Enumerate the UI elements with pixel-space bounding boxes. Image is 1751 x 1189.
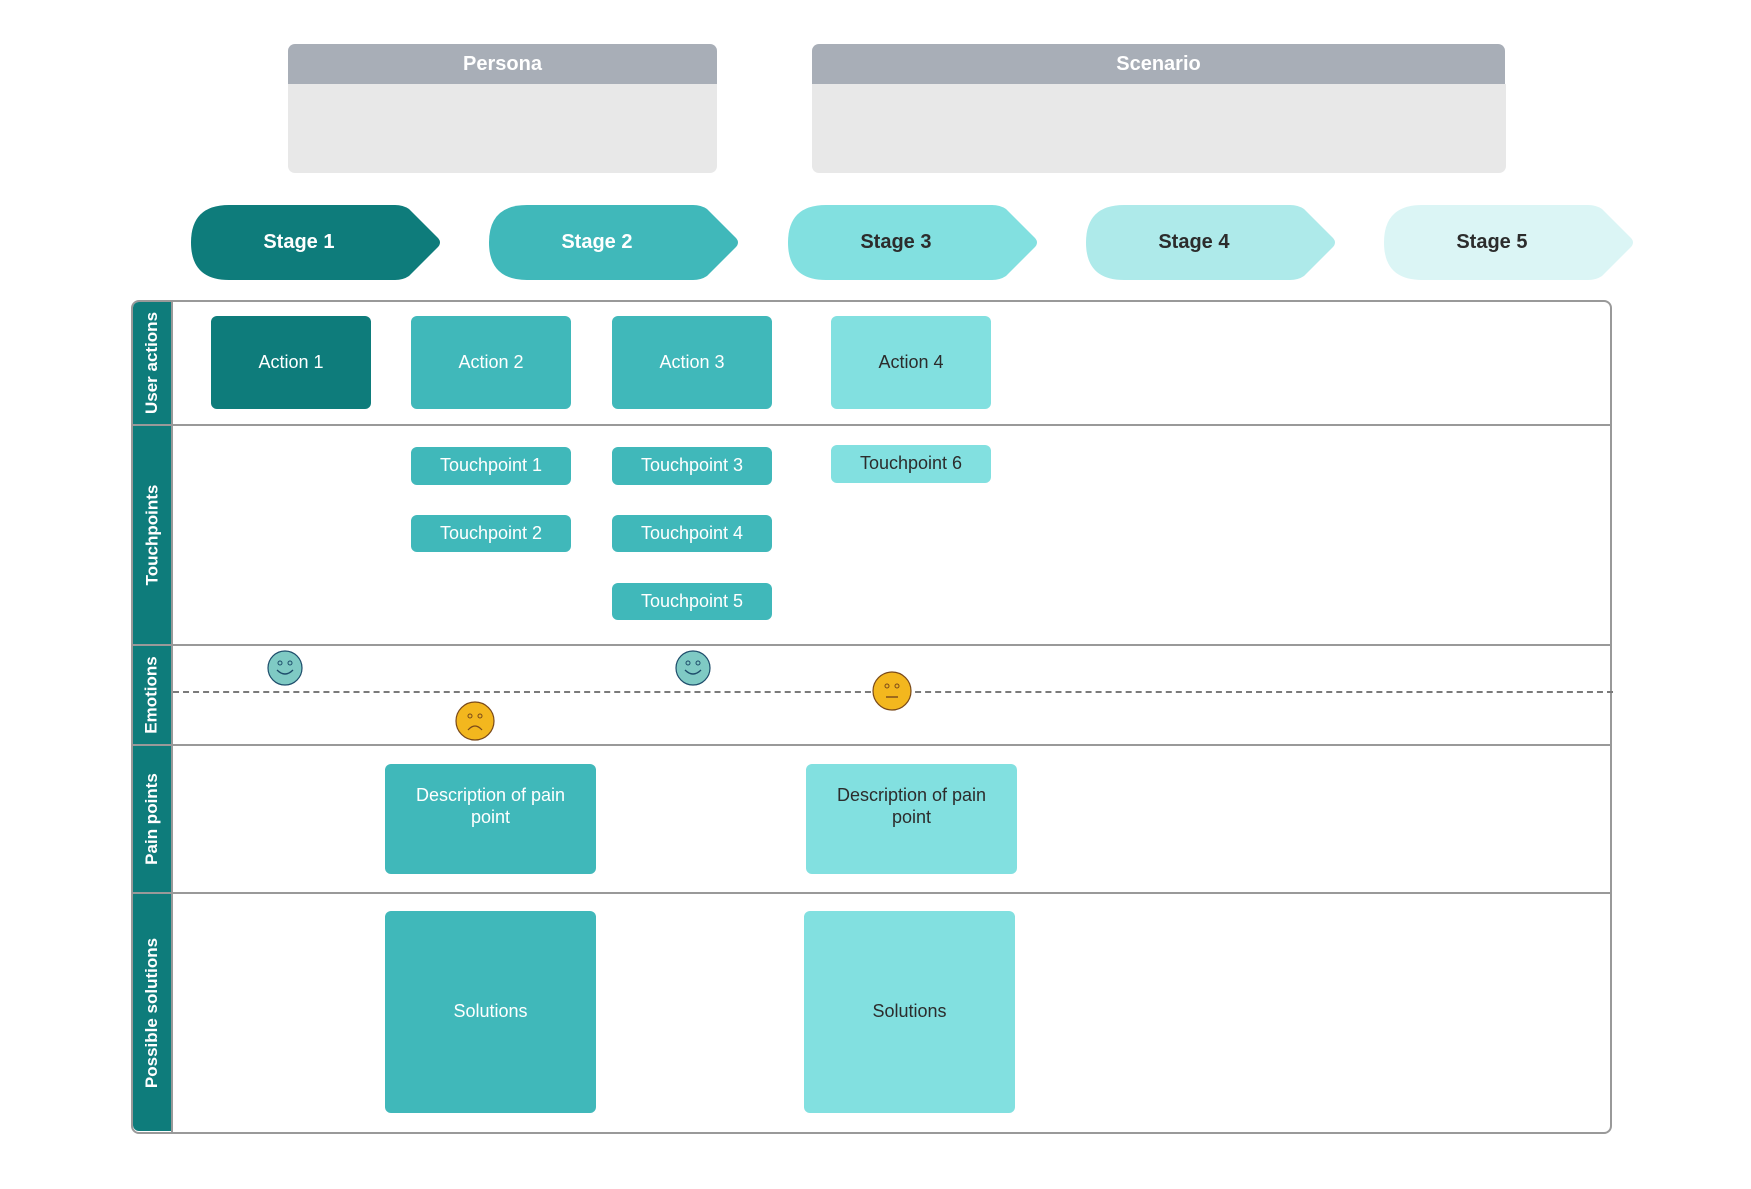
row-label-pain-points: Pain points xyxy=(133,746,171,892)
happy-face-icon[interactable] xyxy=(675,650,711,686)
row-label-possible-solutions: Possible solutions xyxy=(133,894,171,1131)
row-divider xyxy=(133,744,1610,746)
label-column-divider xyxy=(171,302,173,1132)
happy-face-icon[interactable] xyxy=(267,650,303,686)
stage-3[interactable]: Stage 3 xyxy=(788,205,1039,280)
row-label-touchpoints: Touchpoints xyxy=(133,426,171,644)
row-label-user-actions: User actions xyxy=(133,302,171,424)
stage-4[interactable]: Stage 4 xyxy=(1086,205,1337,280)
action-card[interactable]: Action 1 xyxy=(211,316,371,409)
persona-title: Persona xyxy=(463,52,542,75)
stage-3-label: Stage 3 xyxy=(860,231,932,253)
scenario-title: Scenario xyxy=(1116,52,1201,75)
action-card[interactable]: Action 4 xyxy=(831,316,991,409)
stage-5[interactable]: Stage 5 xyxy=(1384,205,1635,280)
pain-point-card[interactable]: Description of pain point xyxy=(806,764,1017,874)
persona-header: Persona xyxy=(288,44,717,84)
neutral-face-icon[interactable] xyxy=(872,671,912,711)
touchpoint-card[interactable]: Touchpoint 1 xyxy=(411,447,571,485)
touchpoint-card[interactable]: Touchpoint 3 xyxy=(612,447,772,485)
row-divider xyxy=(133,424,1610,426)
action-card[interactable]: Action 2 xyxy=(411,316,571,409)
action-card[interactable]: Action 3 xyxy=(612,316,772,409)
stage-5-label: Stage 5 xyxy=(1456,231,1528,253)
solution-card[interactable]: Solutions xyxy=(804,911,1015,1113)
touchpoint-card[interactable]: Touchpoint 5 xyxy=(612,583,772,620)
touchpoint-card[interactable]: Touchpoint 6 xyxy=(831,445,991,483)
scenario-body[interactable] xyxy=(812,84,1506,173)
row-divider xyxy=(133,892,1610,894)
scenario-header: Scenario xyxy=(812,44,1505,84)
stage-1-label: Stage 1 xyxy=(263,231,335,253)
row-label-emotions: Emotions xyxy=(133,646,171,744)
solution-card[interactable]: Solutions xyxy=(385,911,596,1113)
stage-4-label: Stage 4 xyxy=(1158,231,1230,253)
stage-1[interactable]: Stage 1 xyxy=(191,205,442,280)
stage-2-label: Stage 2 xyxy=(561,231,633,253)
sad-face-icon[interactable] xyxy=(455,701,495,741)
touchpoint-card[interactable]: Touchpoint 4 xyxy=(612,515,772,552)
persona-body[interactable] xyxy=(288,84,717,173)
stage-2[interactable]: Stage 2 xyxy=(489,205,740,280)
row-divider xyxy=(133,644,1610,646)
pain-point-card[interactable]: Description of pain point xyxy=(385,764,596,874)
touchpoint-card[interactable]: Touchpoint 2 xyxy=(411,515,571,552)
